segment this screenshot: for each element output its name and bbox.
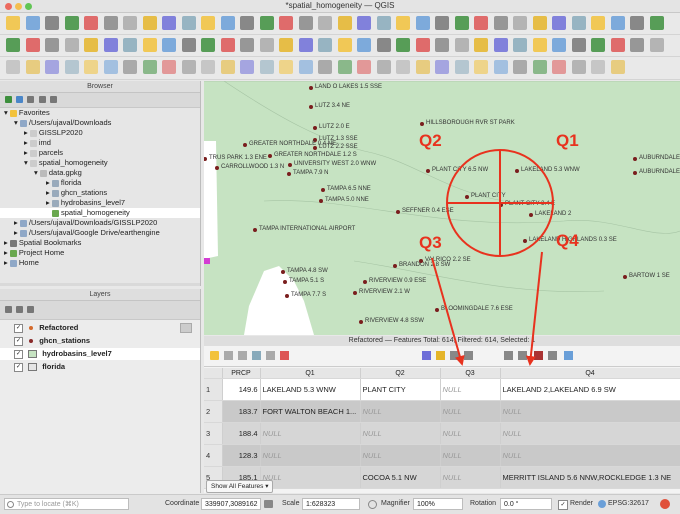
messages-icon[interactable]	[660, 499, 670, 509]
crs-label[interactable]: EPSG:32617	[608, 498, 649, 510]
crs-globe-icon[interactable]	[598, 500, 606, 508]
arrow-to-q4-column	[525, 251, 543, 366]
render-checkbox[interactable]: ✓	[558, 500, 568, 510]
annotation-arrows	[431, 251, 543, 366]
magnifier-field[interactable]: 100%	[413, 498, 463, 510]
status-bar: Type to locate (⌘K) Coordinate 339907,30…	[0, 494, 680, 514]
rotation-field[interactable]: 0.0 °	[500, 498, 552, 510]
locator-search-input[interactable]: Type to locate (⌘K)	[4, 498, 129, 510]
extents-toggle-icon[interactable]	[264, 500, 273, 508]
rotation-label: Rotation	[470, 500, 497, 507]
render-label: Render	[570, 500, 593, 507]
magnifier-label: Magnifier	[381, 500, 410, 507]
coordinate-field[interactable]: 339907,3089162	[201, 498, 261, 510]
lock-scale-icon[interactable]	[368, 500, 377, 509]
scale-field[interactable]: 1:628323	[302, 498, 360, 510]
coordinate-label: Coordinate	[165, 500, 200, 507]
arrow-to-q3-column	[431, 257, 465, 366]
scale-label: Scale	[282, 500, 300, 507]
search-icon	[7, 501, 14, 508]
